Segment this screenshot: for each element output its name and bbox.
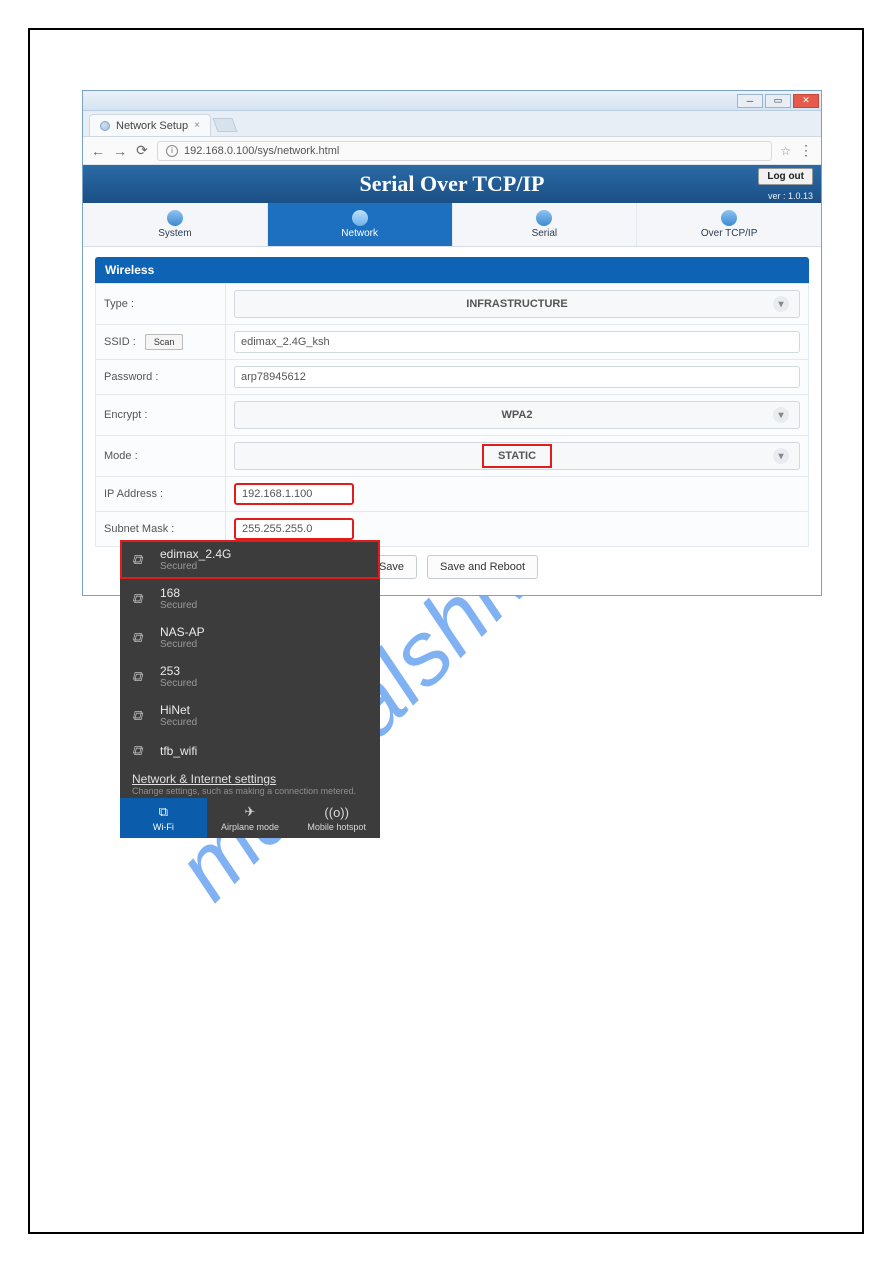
hotspot-toggle[interactable]: ((o))Mobile hotspot [293, 798, 380, 838]
wifi-signal-icon: ⧉ [132, 742, 150, 759]
wifi-name: NAS-AP [160, 625, 205, 639]
password-label: Password : [96, 360, 226, 395]
wifi-name: HiNet [160, 703, 197, 717]
wifi-status: Secured [160, 600, 197, 611]
password-input[interactable] [234, 366, 800, 388]
back-button[interactable]: ← [91, 143, 105, 159]
encrypt-value: WPA2 [502, 409, 533, 421]
app-title: Serial Over TCP/IP [360, 171, 545, 197]
browser-menu-icon[interactable]: ⋮ [799, 142, 813, 159]
app-banner: Serial Over TCP/IP Log out ver : 1.0.13 [83, 165, 821, 203]
browser-tabstrip: Network Setup × [83, 111, 821, 137]
airplane-icon: ✈ [245, 804, 256, 820]
wifi-settings-title: Network & Internet settings [132, 772, 368, 786]
logout-button[interactable]: Log out [758, 168, 813, 185]
tcpip-icon [721, 210, 737, 226]
tab-network-label: Network [341, 228, 378, 239]
tab-over-tcpip-label: Over TCP/IP [701, 228, 758, 239]
network-icon [352, 210, 368, 226]
mode-label: Mode : [96, 436, 226, 477]
wifi-quick-actions: ⧉Wi-Fi ✈Airplane mode ((o))Mobile hotspo… [120, 798, 380, 838]
address-bar[interactable]: i 192.168.0.100/sys/network.html [157, 141, 772, 161]
wifi-name: 253 [160, 664, 197, 678]
wifi-name: tfb_wifi [160, 744, 197, 758]
new-tab-button[interactable] [212, 118, 237, 132]
reload-button[interactable]: ⟳ [135, 142, 149, 159]
close-button[interactable]: ✕ [793, 94, 819, 108]
site-info-icon[interactable]: i [166, 145, 178, 157]
maximize-button[interactable]: ▭ [765, 94, 791, 108]
wifi-signal-icon: ⧉ [132, 590, 150, 607]
system-icon [167, 210, 183, 226]
tab-serial-label: Serial [532, 228, 558, 239]
wifi-network-item[interactable]: ⧉ HiNetSecured [120, 696, 380, 735]
wifi-network-item[interactable]: ⧉ 253Secured [120, 657, 380, 696]
wifi-name: edimax_2.4G [160, 547, 231, 561]
version-label: ver : 1.0.13 [768, 191, 813, 201]
wifi-network-item[interactable]: ⧉ edimax_2.4GSecured [120, 540, 380, 579]
tab-over-tcpip[interactable]: Over TCP/IP [637, 203, 821, 246]
wifi-status: Secured [160, 678, 197, 689]
browser-toolbar: ← → ⟳ i 192.168.0.100/sys/network.html ☆… [83, 137, 821, 165]
browser-window: ─ ▭ ✕ Network Setup × ← → ⟳ i 192.168.0.… [82, 90, 822, 596]
window-titlebar: ─ ▭ ✕ [83, 91, 821, 111]
ip-label: IP Address : [96, 477, 226, 512]
browser-tab[interactable]: Network Setup × [89, 114, 211, 136]
wifi-settings-desc: Change settings, such as making a connec… [132, 786, 368, 796]
type-select[interactable]: INFRASTRUCTURE ▾ [234, 290, 800, 318]
chevron-down-icon: ▾ [773, 448, 789, 464]
scan-button[interactable]: Scan [145, 334, 184, 350]
wifi-name: 168 [160, 586, 197, 600]
tab-system[interactable]: System [83, 203, 268, 246]
wifi-icon: ⧉ [159, 804, 168, 820]
close-tab-icon[interactable]: × [194, 120, 200, 131]
wifi-settings-link[interactable]: Network & Internet settings Change setti… [120, 766, 380, 798]
encrypt-label: Encrypt : [96, 395, 226, 436]
tab-system-label: System [158, 228, 191, 239]
wifi-status: Secured [160, 561, 231, 572]
minimize-button[interactable]: ─ [737, 94, 763, 108]
chevron-down-icon: ▾ [773, 296, 789, 312]
airplane-toggle[interactable]: ✈Airplane mode [207, 798, 294, 838]
wifi-network-item[interactable]: ⧉ NAS-APSecured [120, 618, 380, 657]
url-text: 192.168.0.100/sys/network.html [184, 145, 339, 157]
ssid-input[interactable] [234, 331, 800, 353]
type-label: Type : [96, 284, 226, 325]
wifi-status: Secured [160, 717, 197, 728]
ssid-label: SSID : Scan [96, 325, 226, 360]
encrypt-select[interactable]: WPA2 ▾ [234, 401, 800, 429]
serial-icon [536, 210, 552, 226]
app-nav: System Network Serial Over TCP/IP [83, 203, 821, 247]
type-value: INFRASTRUCTURE [466, 298, 567, 310]
tab-network[interactable]: Network [268, 203, 453, 246]
save-reboot-button[interactable]: Save and Reboot [427, 555, 538, 579]
wifi-signal-icon: ⧉ [132, 629, 150, 646]
favicon-icon [100, 121, 110, 131]
hotspot-icon: ((o)) [324, 805, 349, 820]
wifi-network-item[interactable]: ⧉ tfb_wifi [120, 735, 380, 766]
wifi-signal-icon: ⧉ [132, 668, 150, 685]
bookmark-star-icon[interactable]: ☆ [780, 144, 791, 158]
mode-value: STATIC [482, 444, 552, 468]
wifi-status: Secured [160, 639, 205, 650]
chevron-down-icon: ▾ [773, 407, 789, 423]
mode-select[interactable]: STATIC ▾ [234, 442, 800, 470]
wifi-flyout: ⧉ edimax_2.4GSecured ⧉ 168Secured ⧉ NAS-… [120, 540, 380, 838]
wifi-signal-icon: ⧉ [132, 551, 150, 568]
tab-serial[interactable]: Serial [453, 203, 638, 246]
subnet-input[interactable] [234, 518, 354, 540]
tab-title: Network Setup [116, 120, 188, 132]
forward-button[interactable]: → [113, 143, 127, 159]
section-wireless: Wireless [95, 257, 809, 283]
wifi-toggle[interactable]: ⧉Wi-Fi [120, 798, 207, 838]
ip-input[interactable] [234, 483, 354, 505]
wifi-signal-icon: ⧉ [132, 707, 150, 724]
wifi-network-item[interactable]: ⧉ 168Secured [120, 579, 380, 618]
